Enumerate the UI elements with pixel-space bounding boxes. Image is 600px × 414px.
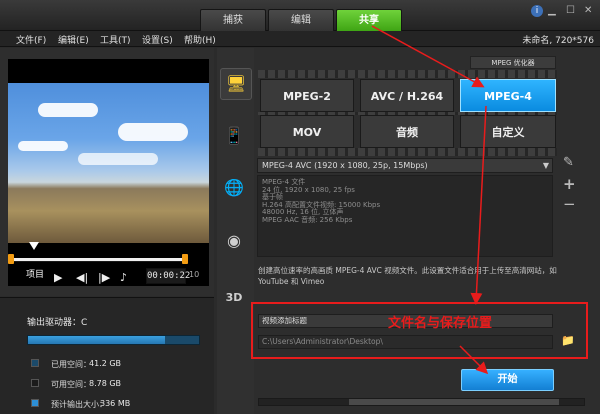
computer-output-icon[interactable]: 🖥 bbox=[220, 68, 252, 100]
profile-select[interactable]: MPEG-4 AVC (1920 x 1080, 25p, 15Mbps) ▼ bbox=[257, 158, 553, 173]
menu-help[interactable]: 帮助(H) bbox=[184, 33, 216, 46]
scrubber-range bbox=[8, 258, 186, 261]
project-mode-label[interactable]: 项目 bbox=[26, 267, 44, 280]
profile-select-value: MPEG-4 AVC (1920 x 1080, 25p, 15Mbps) bbox=[262, 161, 428, 170]
web-output-icon[interactable]: 🌐 bbox=[223, 177, 245, 199]
chevron-down-icon: ▼ bbox=[542, 161, 549, 170]
format-custom-button[interactable]: 自定义 bbox=[460, 115, 556, 148]
output-size-value: 336 MB bbox=[100, 399, 131, 408]
trim-end-handle[interactable] bbox=[182, 254, 188, 264]
film-strip-bottom bbox=[258, 148, 557, 156]
scrollbar-thumb[interactable] bbox=[349, 399, 559, 405]
mpeg-optimizer-button[interactable]: MPEG 优化器 bbox=[470, 56, 556, 69]
horizontal-scrollbar[interactable] bbox=[258, 398, 585, 406]
timecode-frames: 10 bbox=[189, 270, 200, 279]
menu-bar: 文件(F) 编辑(E) 工具(T) 设置(S) 帮助(H) 未命名, 720*5… bbox=[0, 31, 600, 47]
film-strip-top bbox=[258, 70, 557, 78]
detail-line: 24 位, 1920 x 1080, 25 fps bbox=[262, 185, 355, 194]
output-size-swatch bbox=[31, 399, 39, 407]
used-space-value: 41.2 GB bbox=[89, 359, 122, 368]
format-avc-h264-button[interactable]: AVC / H.264 bbox=[360, 79, 454, 112]
disc-output-icon[interactable]: ◉ bbox=[223, 230, 245, 252]
drive-usage-bar bbox=[27, 335, 200, 345]
format-mov-button[interactable]: MOV bbox=[260, 115, 354, 148]
minimize-icon[interactable]: ▁ bbox=[548, 5, 556, 16]
free-space-label: 可用空间： bbox=[51, 380, 91, 389]
start-button[interactable]: 开始 bbox=[461, 369, 554, 391]
playhead-marker[interactable] bbox=[29, 242, 39, 250]
format-mpeg2-button[interactable]: MPEG-2 bbox=[260, 79, 354, 112]
help-icon[interactable]: i bbox=[531, 5, 543, 17]
device-output-icon[interactable]: 📱 bbox=[223, 125, 245, 147]
detail-line: MPEG AAC 音频: 256 Kbps bbox=[262, 215, 353, 224]
trim-start-handle[interactable] bbox=[8, 254, 14, 264]
drive-panel: 输出驱动器：C 已用空间： 41.2 GB 可用空间： 8.78 GB 预计输出… bbox=[0, 297, 214, 414]
menu-settings[interactable]: 设置(S) bbox=[142, 33, 173, 46]
annotation-label: 文件名与保存位置 bbox=[388, 316, 493, 331]
project-title: 未命名, 720*576 bbox=[522, 36, 594, 46]
top-tab-bar: 捕获 编辑 共享 i ▁ ☐ ✕ bbox=[0, 0, 600, 31]
close-icon[interactable]: ✕ bbox=[584, 5, 592, 16]
profile-details: MPEG-4 文件 24 位, 1920 x 1080, 25 fps 基于帧 … bbox=[257, 175, 553, 257]
maximize-icon[interactable]: ☐ bbox=[566, 5, 575, 16]
tab-edit[interactable]: 编辑 bbox=[268, 9, 334, 31]
output-size-label: 预计输出大小： bbox=[51, 400, 107, 409]
format-audio-button[interactable]: 音频 bbox=[360, 115, 454, 148]
tab-capture[interactable]: 捕获 bbox=[200, 9, 266, 31]
free-space-value: 8.78 GB bbox=[89, 379, 122, 388]
play-icon[interactable]: ▶ bbox=[54, 271, 62, 284]
volume-icon[interactable]: ♪ bbox=[120, 271, 127, 284]
profile-description: 创建高位速率的高画质 MPEG-4 AVC 视频文件。此设置文件适合用于上传至高… bbox=[258, 266, 557, 286]
prev-frame-icon[interactable]: ◀| bbox=[76, 271, 88, 284]
tab-share[interactable]: 共享 bbox=[336, 9, 402, 31]
menu-file[interactable]: 文件(F) bbox=[16, 33, 46, 46]
format-mpeg4-button[interactable]: MPEG-4 bbox=[460, 79, 556, 112]
remove-profile-icon[interactable]: − bbox=[563, 195, 576, 213]
used-space-swatch bbox=[31, 359, 39, 367]
free-space-swatch bbox=[31, 379, 39, 387]
3d-output-icon[interactable]: 3D bbox=[223, 287, 245, 309]
output-drive-label: 输出驱动器：C bbox=[27, 318, 88, 328]
menu-edit[interactable]: 编辑(E) bbox=[58, 33, 89, 46]
used-space-label: 已用空间： bbox=[51, 360, 91, 369]
add-profile-icon[interactable]: + bbox=[563, 175, 576, 193]
timecode-display[interactable]: 00:00:22 bbox=[146, 268, 190, 284]
video-preview bbox=[8, 59, 209, 286]
video-frame-image bbox=[8, 83, 209, 243]
drive-usage-fill bbox=[28, 336, 165, 344]
edit-profile-icon[interactable]: ✎ bbox=[563, 155, 574, 170]
next-frame-icon[interactable]: |▶ bbox=[98, 271, 110, 284]
menu-tools[interactable]: 工具(T) bbox=[100, 33, 131, 46]
